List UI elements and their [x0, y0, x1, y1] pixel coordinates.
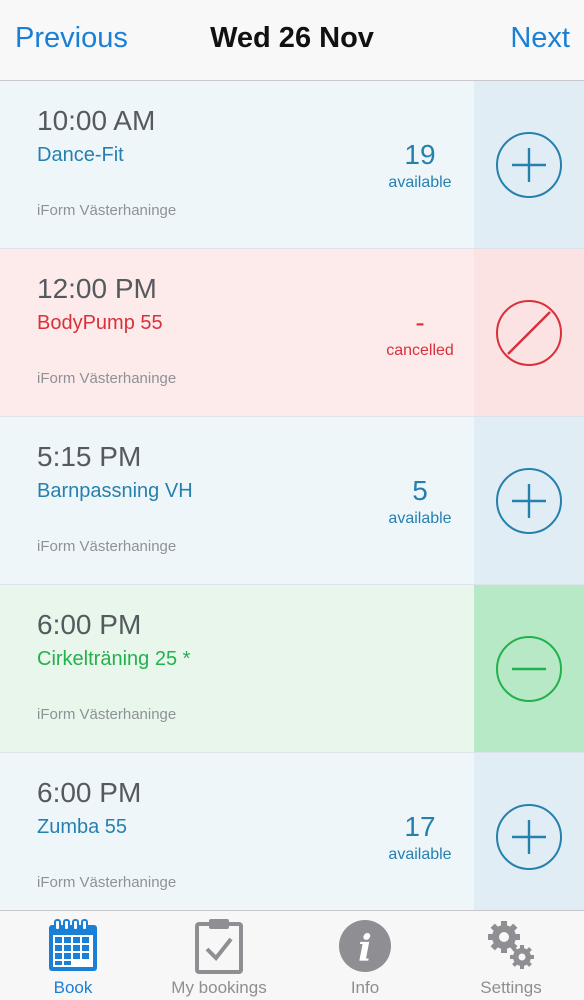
tab-bar: Book My bookings i Info Settings: [0, 910, 584, 1000]
next-button[interactable]: Next: [510, 22, 570, 55]
class-row[interactable]: 12:00 PM BodyPump 55 iForm Västerhaninge…: [0, 249, 584, 417]
plus-circle-icon[interactable]: [496, 468, 562, 534]
class-info: 10:00 AM Dance-Fit iForm Västerhaninge 1…: [0, 81, 474, 248]
class-time: 12:00 PM: [37, 273, 157, 304]
class-time: 10:00 AM: [37, 105, 156, 136]
minus-circle-icon[interactable]: [496, 636, 562, 702]
tab-info[interactable]: i Info: [292, 911, 438, 1000]
spots-count: 17: [404, 811, 436, 842]
class-info: 12:00 PM BodyPump 55 iForm Västerhaninge…: [0, 249, 474, 416]
class-location: iForm Västerhaninge: [37, 202, 177, 219]
class-name: Barnpassning VH: [37, 480, 193, 502]
spots-count: 5: [412, 475, 428, 506]
tab-label: Settings: [480, 978, 542, 997]
spots-status: cancelled: [386, 342, 454, 359]
book-action[interactable]: [474, 81, 584, 248]
class-row[interactable]: 5:15 PM Barnpassning VH iForm Västerhani…: [0, 417, 584, 585]
calendar-icon: [49, 919, 97, 971]
class-name: Zumba 55: [37, 816, 128, 838]
tab-label: My bookings: [171, 978, 267, 997]
class-name: Dance-Fit: [37, 144, 124, 166]
class-location: iForm Västerhaninge: [37, 538, 177, 555]
svg-text:i: i: [358, 928, 372, 970]
class-row[interactable]: 6:00 PM Cirkelträning 25 * iForm Västerh…: [0, 585, 584, 753]
tab-settings[interactable]: Settings: [438, 911, 584, 1000]
book-action[interactable]: [474, 753, 584, 910]
no-entry-icon: [496, 300, 562, 366]
tab-label: Book: [53, 978, 93, 997]
class-name: Cirkelträning 25 *: [37, 648, 191, 670]
unbook-action[interactable]: [474, 585, 584, 752]
cancelled-action: [474, 249, 584, 416]
nav-bar: Previous Wed 26 Nov Next: [0, 0, 584, 81]
class-location: iForm Västerhaninge: [37, 874, 177, 891]
class-info: 6:00 PM Zumba 55 iForm Västerhaninge 17 …: [0, 753, 474, 910]
class-list: 10:00 AM Dance-Fit iForm Västerhaninge 1…: [0, 81, 584, 910]
class-time: 6:00 PM: [37, 777, 142, 808]
tab-my-bookings[interactable]: My bookings: [146, 911, 292, 1000]
spots-status: available: [388, 510, 452, 527]
gears-icon: [488, 921, 534, 969]
class-location: iForm Västerhaninge: [37, 370, 177, 387]
info-icon: i: [339, 920, 391, 972]
spots-status: available: [388, 846, 452, 863]
spots-status: available: [388, 174, 452, 191]
class-time: 6:00 PM: [37, 609, 142, 640]
book-action[interactable]: [474, 417, 584, 584]
plus-circle-icon[interactable]: [496, 132, 562, 198]
class-row[interactable]: 6:00 PM Zumba 55 iForm Västerhaninge 17 …: [0, 753, 584, 910]
plus-circle-icon[interactable]: [496, 804, 562, 870]
class-info: 6:00 PM Cirkelträning 25 * iForm Västerh…: [0, 585, 474, 752]
spots-count: 19: [404, 139, 436, 170]
tab-book[interactable]: Book: [0, 911, 146, 1000]
class-row[interactable]: 10:00 AM Dance-Fit iForm Västerhaninge 1…: [0, 81, 584, 249]
tab-label: Info: [350, 978, 380, 997]
spots-count: -: [415, 307, 425, 338]
class-name: BodyPump 55: [37, 312, 163, 334]
class-location: iForm Västerhaninge: [37, 706, 177, 723]
previous-button[interactable]: Previous: [15, 22, 128, 55]
class-info: 5:15 PM Barnpassning VH iForm Västerhani…: [0, 417, 474, 584]
class-time: 5:15 PM: [37, 441, 142, 472]
clipboard-check-icon: [195, 919, 243, 974]
